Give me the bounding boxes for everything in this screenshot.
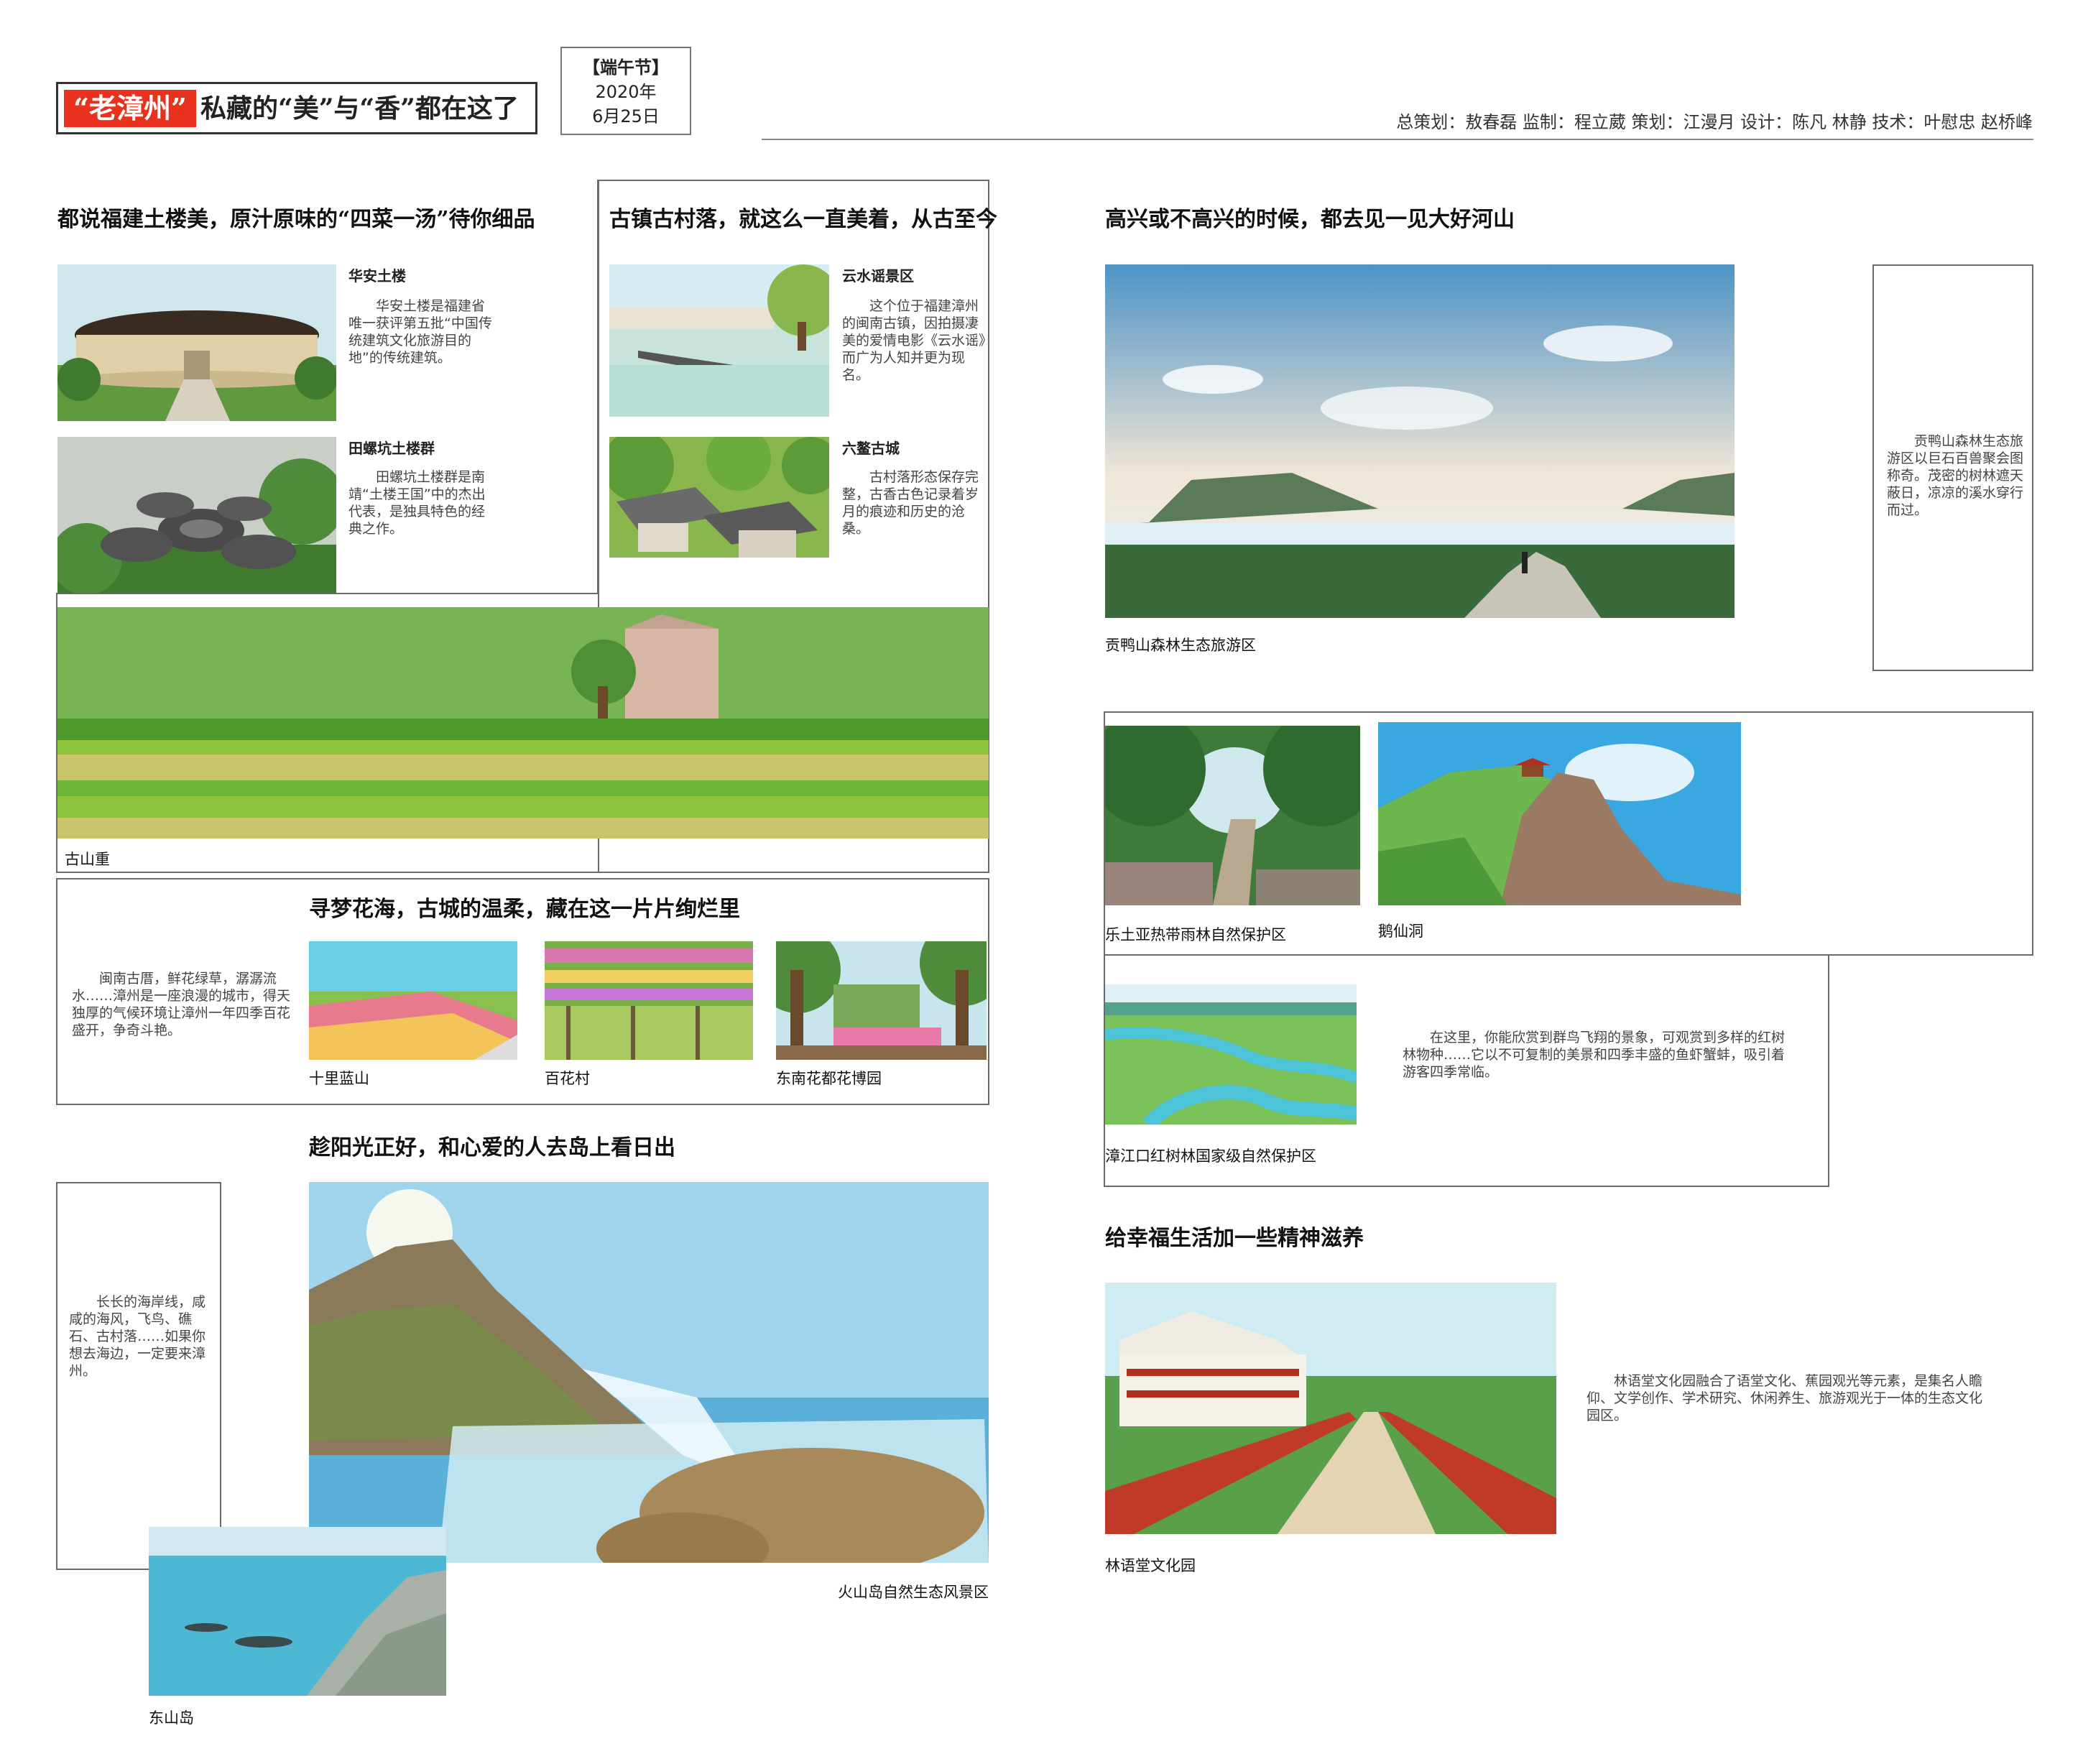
date-badge: 【端午节】 2020年 6月25日 (560, 47, 691, 135)
ancient-town-heading: 古镇古村落，就这么一直美着，从古至今 (609, 207, 997, 232)
linyutang-caption: 林语堂文化园 (1105, 1557, 1196, 1574)
huaan-tulou-desc: 华安土楼是福建省唯一获评第五批“中国传统建筑文化旅游目的地”的传统建筑。 (348, 298, 492, 366)
liuao-desc: 古村落形态保存完整，古香古色记录着岁月的痕迹和历史的沧桑。 (842, 469, 979, 537)
mangrove-desc: 在这里，你能欣赏到群鸟飞翔的景象，可观赏到多样的红树林物种……它以不可复制的美景… (1403, 1030, 1786, 1080)
year-label: 2020年 (595, 82, 657, 102)
huoshan-dao-caption: 火山岛自然生态风景区 (838, 1584, 989, 1601)
island-heading: 趁阳光正好，和心爱的人去岛上看日出 (309, 1135, 675, 1160)
mountain-desc: 贡鸭山森林生态旅游区以巨石百兽聚会图称奇。茂密的树林遮天蔽日，凉凉的溪水穿行而过… (1887, 433, 2024, 518)
huaan-tulou-image (57, 264, 336, 421)
page-title-banner: “老漳州” 私藏的“美”与“香”都在这了 (56, 82, 537, 134)
huaan-tulou-name: 华安土楼 (348, 267, 406, 285)
zhangjiangkou-image (1105, 984, 1357, 1125)
tulou-heading: 都说福建土楼美，原汁原味的“四菜一汤”待你细品 (57, 207, 535, 232)
culture-desc: 林语堂文化园融合了语堂文化、蕉园观光等元素，是集名人瞻仰、文学创作、学术研究、休… (1587, 1373, 1983, 1423)
page-title: 私藏的“美”与“香”都在这了 (200, 93, 519, 124)
header-divider (762, 139, 2033, 140)
liuao-name: 六鳌古城 (842, 440, 900, 457)
mountain-heading: 高兴或不高兴的时候，都去见一见大好河山 (1105, 207, 1515, 232)
culture-heading: 给幸福生活加一些精神滋养 (1105, 1226, 1364, 1251)
liuao-image (609, 437, 829, 558)
gongya-shan-image (1105, 264, 1735, 618)
exian-dong-image (1378, 722, 1741, 905)
title-highlight: “老漳州” (64, 90, 196, 127)
date-label: 6月25日 (592, 106, 660, 126)
flowers-heading: 寻梦花海，古城的温柔，藏在这一片片绚烂里 (309, 897, 740, 922)
huoshan-dao-image (309, 1182, 989, 1563)
zhangjiangkou-caption: 漳江口红树林国家级自然保护区 (1105, 1147, 1316, 1165)
yunshuiyao-desc: 这个位于福建漳州的闽南古镇，因拍摄凄美的爱情电影《云水谣》而广为人知并更为现名。 (842, 298, 986, 383)
yunshuiyao-name: 云水谣景区 (842, 267, 914, 285)
island-desc: 长长的海岸线，咸咸的海风，飞鸟、礁石、古村落……如果你想去海边，一定要来漳州。 (69, 1294, 206, 1379)
yunshuiyao-image (609, 264, 829, 417)
gongya-shan-caption: 贡鸭山森林生态旅游区 (1105, 637, 1256, 654)
dongshan-dao-image (149, 1527, 446, 1696)
tianluokeng-desc: 田螺坑土楼群是南靖“土楼王国”中的杰出代表，是独具特色的经典之作。 (348, 469, 486, 537)
shili-lanshan-image (309, 941, 517, 1060)
huabo-yuan-image (776, 941, 987, 1060)
flowers-desc: 闽南古厝，鲜花绿草，潺潺流水……漳州是一座浪漫的城市，得天独厚的气候环境让漳州一… (72, 971, 291, 1038)
huabo-yuan-caption: 东南花都花博园 (776, 1070, 882, 1087)
letu-rainforest-caption: 乐土亚热带雨林自然保护区 (1105, 926, 1286, 943)
tianluokeng-name: 田螺坑土楼群 (348, 440, 435, 457)
exian-dong-caption: 鹅仙洞 (1378, 923, 1423, 940)
linyutang-image (1105, 1283, 1556, 1534)
baihua-cun-image (545, 941, 753, 1060)
gushanzhong-caption: 古山重 (65, 851, 110, 868)
tianluokeng-image (57, 437, 336, 594)
shili-lanshan-caption: 十里蓝山 (309, 1070, 369, 1087)
festival-label: 【端午节】 (583, 57, 669, 78)
credits-line: 总策划：敖春磊 监制：程立葳 策划：江漫月 设计：陈凡 林静 技术：叶慰忠 赵桥… (1396, 112, 2033, 132)
gushanzhong-image (57, 607, 989, 839)
letu-rainforest-image (1105, 726, 1360, 905)
baihua-cun-caption: 百花村 (545, 1070, 590, 1087)
dongshan-dao-caption: 东山岛 (149, 1709, 194, 1727)
